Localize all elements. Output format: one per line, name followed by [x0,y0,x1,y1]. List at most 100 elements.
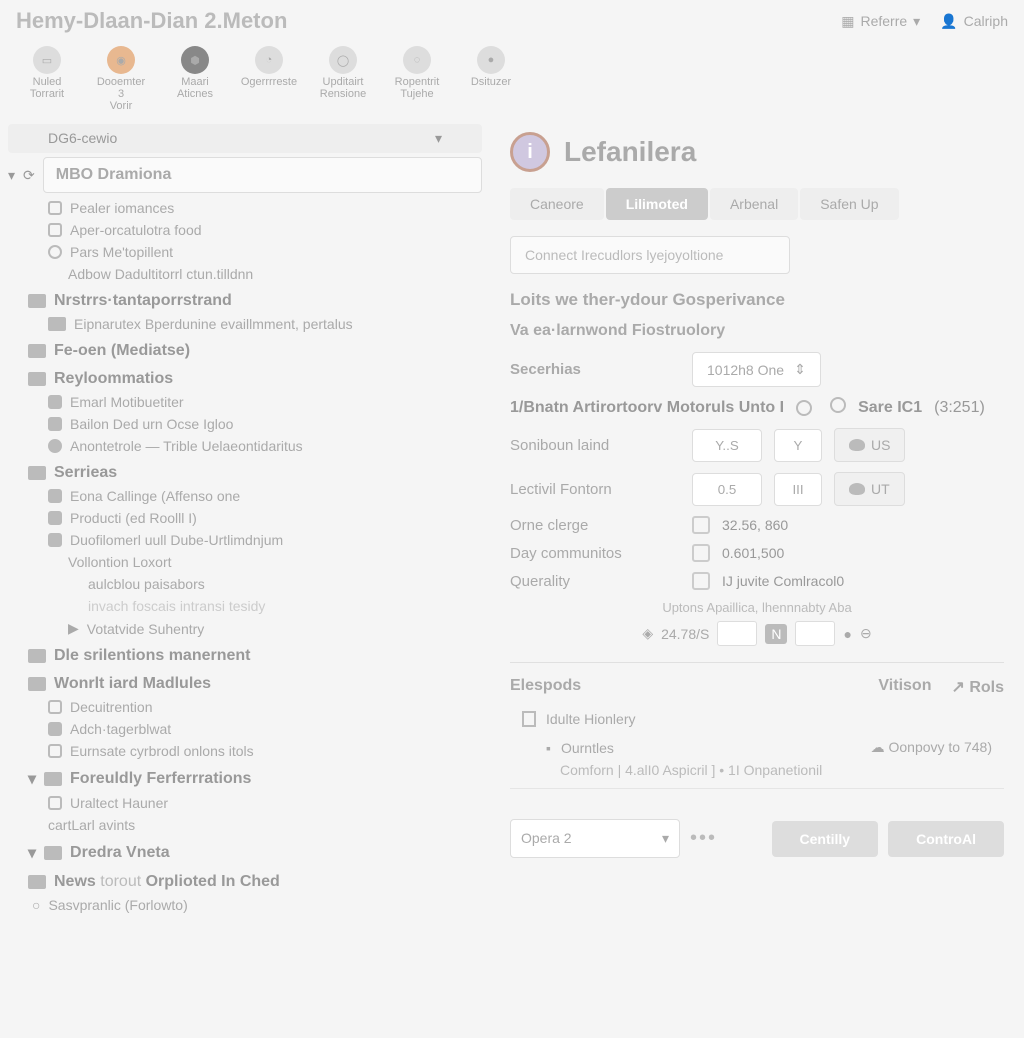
media-icon [28,344,46,358]
app-title: Hemy-Dlaan-Dian 2.Meton [16,8,287,34]
radio-2[interactable] [830,397,846,413]
tree-group[interactable]: News torout Orplioted In Ched [8,870,482,894]
tool-ogerr[interactable]: ◔Ogerrrreste [234,42,304,116]
secerhias-select[interactable]: 1012h8 One⇕ [692,352,821,387]
tab-caneore[interactable]: Caneore [510,188,604,220]
user-menu[interactable]: 👤 Calriph [940,13,1008,30]
mini-input2[interactable] [795,621,835,646]
tree-item[interactable]: Anontetrole — Trible Uelaeontidaritus [8,435,482,457]
tool-maari[interactable]: ⬢MaariAticnes [160,42,230,116]
radio-1[interactable] [796,400,812,416]
more-icon[interactable]: ••• [690,827,717,850]
tree-item[interactable]: invach foscais intransi tesidy [8,595,482,617]
tree-item[interactable]: Emarl Motibuetiter [8,391,482,413]
tab-safenup[interactable]: Safen Up [800,188,898,220]
sidebar-header: DG6-cewio ▾ [8,124,482,153]
file-row[interactable]: Idulte Hionlery [510,705,1004,733]
tree-group[interactable]: Fe-oen (Mediatse) [8,339,482,363]
dot-icon: ● [843,626,851,642]
tool-nuled[interactable]: ▭NuledTorrarit [12,42,82,116]
tree-item[interactable]: Decuitrention [8,696,482,718]
orne-check[interactable] [692,516,710,534]
tab-arbenal[interactable]: Arbenal [710,188,798,220]
toggle-icon[interactable]: ▾ [435,130,442,147]
minus-icon[interactable]: ⊖ [860,625,872,642]
lectivil-unit[interactable]: UT [834,472,905,506]
content-tabs: Caneore Lilimoted Arbenal Safen Up [510,188,1004,220]
tree-group[interactable]: Reyloommatios [8,367,482,391]
clock-icon: ◯ [329,46,357,74]
querality-check[interactable] [692,572,710,590]
soniboun-label: Soniboun laind [510,437,680,454]
globe-icon: ● [477,46,505,74]
tree-item[interactable]: Adch·tagerblwat [8,718,482,740]
note-text: Uptons Apaillica, lhennnabty Aba [510,600,1004,615]
tree-item[interactable]: Eurnsate cyrbrodl onlons itols [8,740,482,762]
lectivil-value1[interactable] [692,473,762,506]
refresh-icon[interactable]: ⟳ [23,167,35,184]
tree-item[interactable]: Producti (ed Roolll I) [8,507,482,529]
tree-item[interactable]: Pealer iomances [8,197,482,219]
info-icon: i [510,132,550,172]
tree-item[interactable]: ▶Votatvide Suhentry [8,617,482,640]
tree-item[interactable]: Bailon Ded urn Ocse Igloo [8,413,482,435]
sidebar-tree: Pealer iomances Aper-orcatulotra food Pa… [8,197,482,916]
section-title: Loits we ther-ydour Gosperivance [510,290,1004,310]
secerhias-label: Secerhias [510,361,680,378]
tool-dooemter[interactable]: ◉Dooemter 3Vorir [86,42,156,116]
centilly-button[interactable]: Centilly [772,821,879,857]
tree-item[interactable]: Vollontion Loxort [8,551,482,573]
tree-item[interactable]: Duofilomerl uull Dube-Urtlimdnjum [8,529,482,551]
lectivil-value2[interactable] [774,473,822,506]
tool-upditairt[interactable]: ◯UpditairtRensione [308,42,378,116]
chevron-down-icon: ▾ [913,13,920,30]
tool-ropentrit[interactable]: ◌RopentritTujehe [382,42,452,116]
soniboun-value2[interactable] [774,429,822,462]
controal-button[interactable]: ControAl [888,821,1004,857]
tree-item[interactable]: aulcblou paisabors [8,573,482,595]
tab-lilimoted[interactable]: Lilimoted [606,188,708,220]
tree-item[interactable]: Pars Me'topillent [8,241,482,263]
module-icon [28,677,46,691]
file-icon [522,711,536,727]
chevron-down-icon: ▾ [28,843,36,863]
tree-group[interactable]: Nrstrrs·tantaporrstrand [8,289,482,313]
tree-group[interactable]: ▾Dredra Vneta [8,840,482,866]
shield-icon: ⬢ [181,46,209,74]
book-icon [28,372,46,386]
tree-item[interactable]: Eona Callinge (Affenso one [8,485,482,507]
tree-item[interactable]: Aper-orcatulotra food [8,219,482,241]
connect-search[interactable]: Connect Irecudlors lyejoyoltione [510,236,790,274]
tree-group[interactable]: ▾Foreuldly Ferferrrations [8,766,482,792]
user-icon: 👤 [940,13,957,30]
tree-item[interactable]: cartLarl avints [8,814,482,836]
orne-label: Orne clerge [510,517,680,534]
day-check[interactable] [692,544,710,562]
soniboun-value1[interactable] [692,429,762,462]
mini-input1[interactable] [717,621,757,646]
referre-menu[interactable]: ▦ Referre ▾ [841,13,920,30]
chevron-down-icon: ▾ [28,769,36,789]
col-vitison: Vitison [878,677,931,697]
n-icon: N [765,624,787,644]
cloud-icon [849,483,865,495]
soniboun-unit[interactable]: US [834,428,905,462]
file-row[interactable]: ▪Ourntles ☁ Oonpovy to 748) [510,733,1004,762]
tree-group[interactable]: Wonrlt iard Madlules [8,672,482,696]
tree-item[interactable]: Uraltect Hauner [8,792,482,814]
chevron-down-icon: ▾ [662,830,669,847]
chevron-down-icon[interactable]: ▾ [8,167,15,184]
querality-label: Querality [510,573,680,590]
tree-item[interactable]: Adbow Dadultitorrl ctun.tilldnn [8,263,482,285]
sidebar-search-input[interactable] [43,157,482,193]
tree-item[interactable]: ○Sasvpranlic (Forlowto) [8,894,482,916]
opera-select[interactable]: Opera 2▾ [510,819,680,858]
tree-item[interactable]: Eipnarutex Bperdunine evaillmment, perta… [8,313,482,335]
share-icon: ↗ [951,679,964,696]
gift-icon: ▦ [841,13,854,30]
col-rols: ↗ Rols [951,677,1004,697]
tree-group[interactable]: Dle srilentions manernent [8,644,482,668]
tool-dsituzer[interactable]: ●Dsituzer [456,42,526,116]
card-icon: ▭ [33,46,61,74]
tree-group[interactable]: Serrieas [8,461,482,485]
